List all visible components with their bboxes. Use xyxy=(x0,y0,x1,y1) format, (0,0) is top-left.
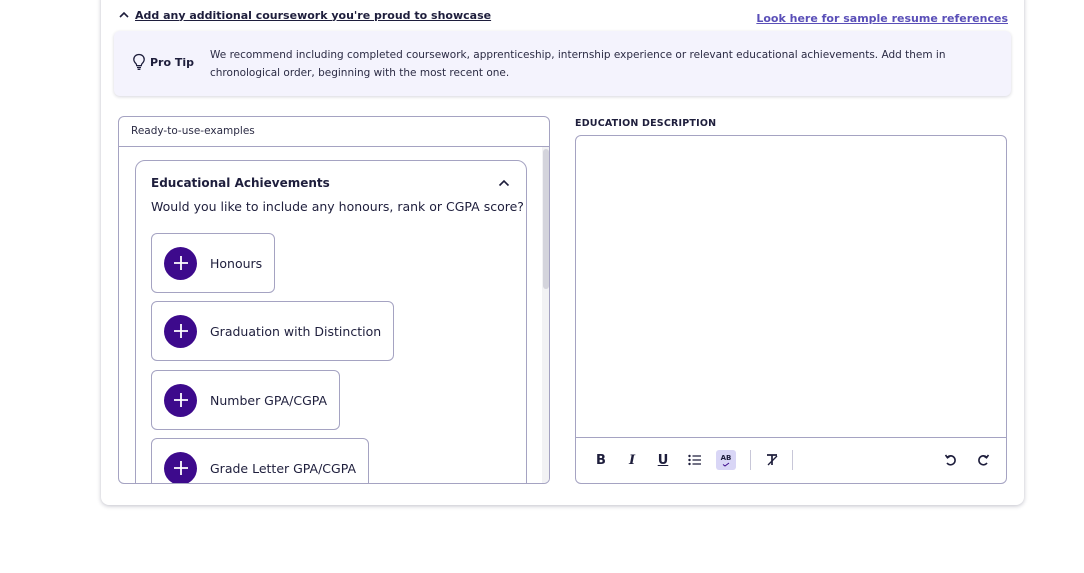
bold-button[interactable]: B xyxy=(591,450,611,470)
clear-formatting-icon xyxy=(766,454,777,466)
lightbulb-icon xyxy=(133,53,145,70)
add-icon xyxy=(164,246,197,280)
example-chip-distinction[interactable]: Graduation with Distinction xyxy=(151,301,395,361)
add-icon xyxy=(164,451,197,483)
toolbar-divider xyxy=(750,450,751,470)
italic-button[interactable]: I xyxy=(622,450,642,470)
example-chip-grade-letter-gpa[interactable]: Grade Letter GPA/CGPA xyxy=(151,438,370,483)
chevron-up-icon[interactable] xyxy=(497,176,511,190)
example-chip-number-gpa[interactable]: Number GPA/CGPA xyxy=(151,370,341,430)
pro-tip-box: Pro Tip We recommend including completed… xyxy=(114,31,1011,96)
examples-panel: Ready-to-use-examples Educational Achiev… xyxy=(118,116,550,484)
checkmark-icon xyxy=(722,462,730,467)
add-icon xyxy=(164,314,197,348)
clear-formatting-button[interactable] xyxy=(762,450,782,470)
bullet-list-icon xyxy=(688,454,701,466)
spellcheck-button[interactable]: AB xyxy=(716,450,736,470)
example-chip-honours[interactable]: Honours xyxy=(151,233,276,293)
example-chip-label: Honours xyxy=(210,255,263,271)
education-description-editor: B I U AB xyxy=(575,135,1007,484)
editor-toolbar: B I U AB xyxy=(576,437,1006,483)
example-chip-label: Number GPA/CGPA xyxy=(210,392,328,408)
spellcheck-icon-label: AB xyxy=(720,453,732,462)
sample-references-link[interactable]: Look here for sample resume references xyxy=(756,12,1008,25)
undo-button[interactable] xyxy=(941,450,961,470)
chevron-up-icon xyxy=(119,11,129,18)
additional-coursework-toggle[interactable]: Add any additional coursework you're pro… xyxy=(117,8,491,22)
example-chip-label: Graduation with Distinction xyxy=(210,323,382,339)
section-question: Would you like to include any honours, r… xyxy=(151,199,524,214)
redo-button[interactable] xyxy=(973,450,993,470)
education-description-label: EDUCATION DESCRIPTION xyxy=(575,118,717,129)
pro-tip-heading: Pro Tip xyxy=(132,53,194,71)
additional-coursework-label: Add any additional coursework you're pro… xyxy=(135,8,492,22)
bullet-list-button[interactable] xyxy=(685,450,705,470)
pro-tip-title: Pro Tip xyxy=(150,55,195,69)
pro-tip-text: We recommend including completed coursew… xyxy=(210,49,946,79)
example-chip-label: Grade Letter GPA/CGPA xyxy=(210,460,357,476)
section-title: Educational Achievements xyxy=(151,176,330,190)
toolbar-divider xyxy=(792,450,793,470)
redo-icon xyxy=(978,454,990,466)
underline-button[interactable]: U xyxy=(653,450,673,470)
add-icon xyxy=(164,383,197,417)
undo-icon xyxy=(944,454,956,466)
educational-achievements-section: Educational Achievements Would you like … xyxy=(135,160,527,483)
education-description-input[interactable] xyxy=(576,136,1006,438)
examples-header: Ready-to-use-examples xyxy=(119,117,549,147)
examples-scrollbar-thumb[interactable] xyxy=(543,149,549,289)
